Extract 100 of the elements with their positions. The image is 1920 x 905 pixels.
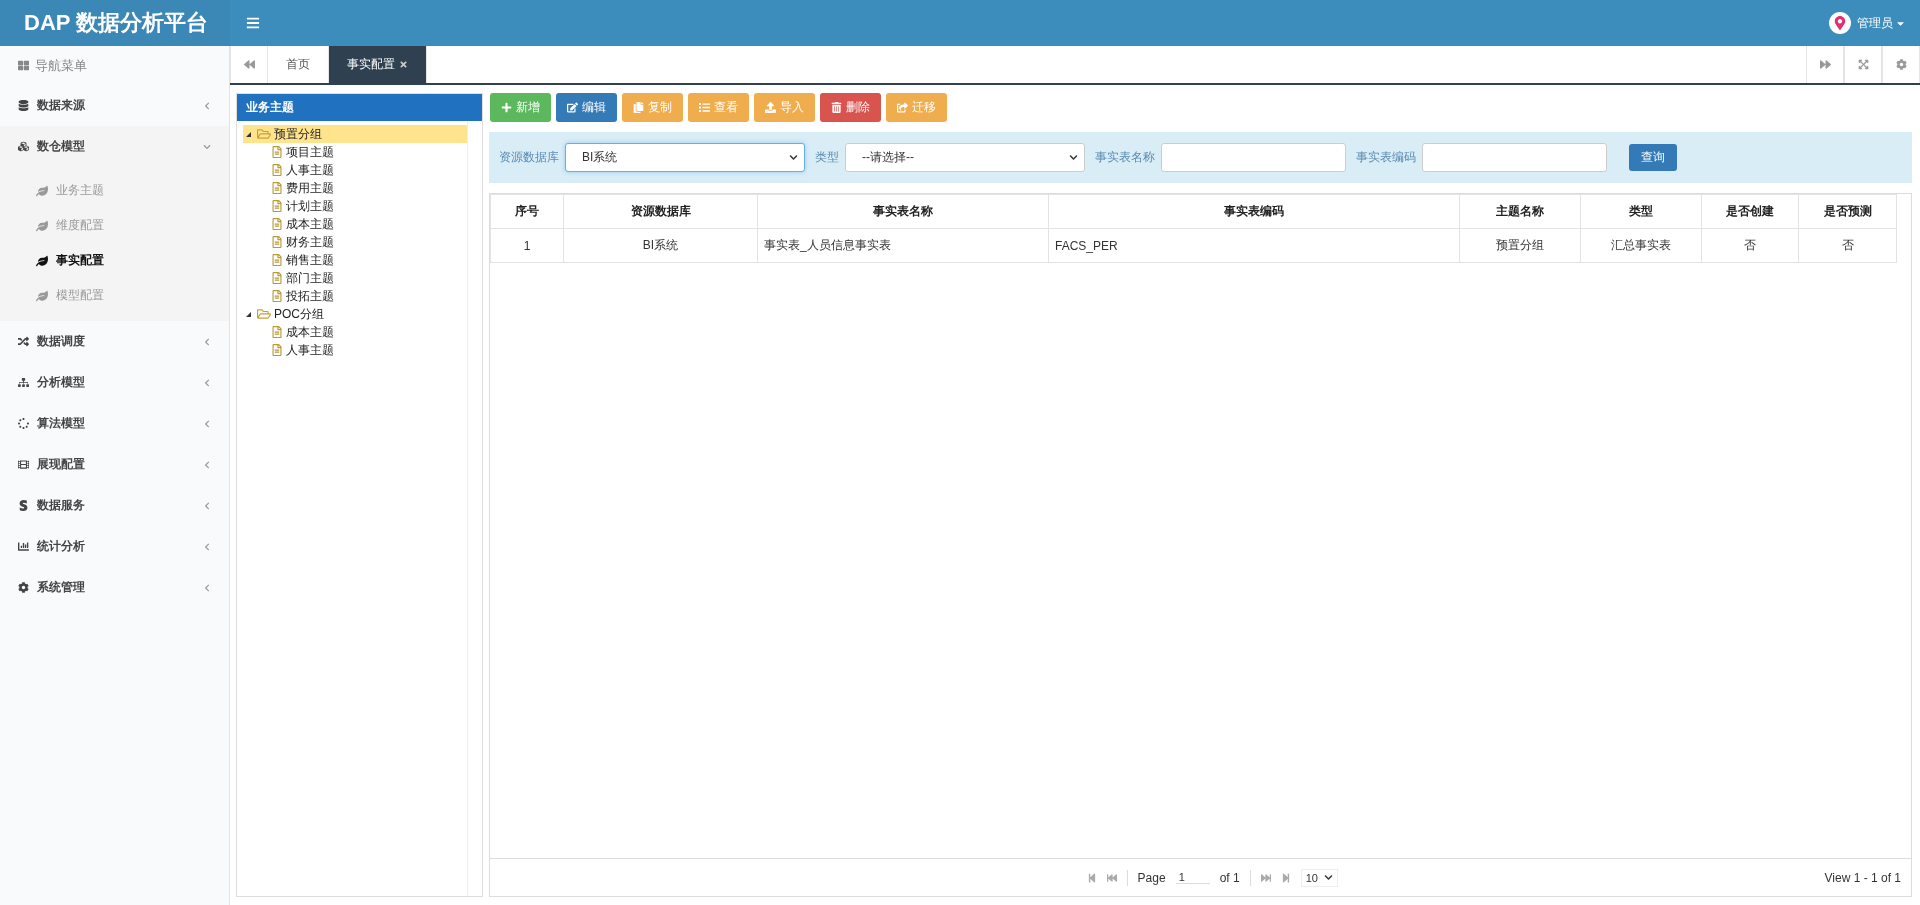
column-header[interactable]: 事实表编码 <box>1048 194 1460 229</box>
expander-icon[interactable] <box>246 131 251 137</box>
page-tab[interactable]: 事实配置 <box>329 46 427 83</box>
sidebar-item[interactable]: 统计分析 <box>0 526 229 567</box>
tree-leaf-node[interactable]: 销售主题 <box>243 251 467 269</box>
tree-leaf-node[interactable]: 成本主题 <box>243 215 467 233</box>
chevron-left-icon <box>203 583 211 592</box>
column-header[interactable]: 类型 <box>1580 194 1702 229</box>
cubes-icon <box>18 141 29 152</box>
fullscreen-button[interactable] <box>1844 46 1882 83</box>
settings-button[interactable] <box>1882 46 1920 83</box>
app-logo: DAP 数据分析平台 <box>0 0 230 46</box>
tree-leaf-node[interactable]: 费用主题 <box>243 179 467 197</box>
scroll-tabs-right-button[interactable] <box>1806 46 1844 83</box>
filter-label: 资源数据库 <box>499 149 559 166</box>
chevron-left-icon <box>203 542 211 551</box>
file-icon <box>271 146 283 158</box>
next-page-icon[interactable] <box>1260 872 1271 883</box>
spinner-icon <box>18 418 29 429</box>
sidebar-subitem[interactable]: 事实配置 <box>0 243 229 278</box>
table-cell: 1 <box>490 228 564 263</box>
close-icon[interactable] <box>399 60 408 69</box>
file-icon <box>271 200 283 212</box>
toolbar-button[interactable]: 编辑 <box>556 93 617 122</box>
input-field[interactable] <box>1161 143 1346 172</box>
tree-leaf-node[interactable]: 投拓主题 <box>243 287 467 305</box>
chevron-left-icon <box>203 460 211 469</box>
sidebar-item[interactable]: 数据服务 <box>0 485 229 526</box>
chevron-left-icon <box>203 419 211 428</box>
tree-folder-node[interactable]: POC分组 <box>243 305 467 323</box>
forward-icon <box>1819 59 1831 70</box>
user-menu[interactable]: 管理员 <box>1857 14 1906 32</box>
backward-icon <box>243 59 255 70</box>
input-field[interactable] <box>1422 143 1607 172</box>
column-header[interactable]: 是否预测 <box>1798 194 1897 229</box>
sidebar-title-text: 导航菜单 <box>35 56 87 75</box>
select-field[interactable]: BI系统 <box>565 143 805 172</box>
tree-leaf-node[interactable]: 项目主题 <box>243 143 467 161</box>
filter-label: 类型 <box>815 149 839 166</box>
user-avatar-icon[interactable] <box>1829 12 1851 34</box>
leaf-icon <box>36 184 48 197</box>
page-label: Page <box>1137 870 1166 885</box>
table-cell: BI系统 <box>563 228 758 263</box>
shuffle-icon <box>18 336 29 347</box>
page-count: of 1 <box>1219 870 1240 885</box>
sidebar-item[interactable]: 展现配置 <box>0 444 229 485</box>
previous-page-icon[interactable] <box>1106 872 1117 883</box>
expander-icon[interactable] <box>246 311 251 317</box>
query-button[interactable]: 查询 <box>1629 144 1677 171</box>
leaf-icon <box>36 219 48 232</box>
folder-icon <box>257 307 271 321</box>
copy-icon <box>633 102 644 113</box>
last-page-icon[interactable] <box>1280 872 1291 883</box>
tree-leaf-node[interactable]: 人事主题 <box>243 161 467 179</box>
trash-icon <box>831 102 842 113</box>
sidebar-item[interactable]: 数仓模型 <box>0 126 229 167</box>
column-header[interactable]: 是否创建 <box>1701 194 1799 229</box>
tree-leaf-node[interactable]: 计划主题 <box>243 197 467 215</box>
list-icon <box>699 102 710 113</box>
chevron-down-icon <box>1069 153 1078 162</box>
column-header[interactable]: 主题名称 <box>1459 194 1581 229</box>
tree-folder-node[interactable]: 预置分组 <box>243 125 467 143</box>
file-icon <box>271 290 283 302</box>
tree-leaf-node[interactable]: 人事主题 <box>243 341 467 359</box>
select-field[interactable]: --请选择-- <box>845 143 1085 172</box>
first-page-icon[interactable] <box>1086 872 1097 883</box>
column-header[interactable]: 序号 <box>490 194 564 229</box>
file-icon <box>271 344 283 356</box>
tree-leaf-node[interactable]: 成本主题 <box>243 323 467 341</box>
edit-icon <box>567 102 578 113</box>
gear-icon <box>1895 59 1907 70</box>
column-header[interactable]: 事实表名称 <box>757 194 1049 229</box>
sidebar-item[interactable]: 数据来源 <box>0 85 229 126</box>
chevron-left-icon <box>203 101 211 110</box>
tree-leaf-node[interactable]: 财务主题 <box>243 233 467 251</box>
gear-icon <box>18 582 29 593</box>
chevron-down-icon <box>789 153 798 162</box>
tree-leaf-node[interactable]: 部门主题 <box>243 269 467 287</box>
sidebar-item[interactable]: 算法模型 <box>0 403 229 444</box>
menu-icon[interactable] <box>246 16 260 30</box>
toolbar-button[interactable]: 删除 <box>820 93 881 122</box>
table-cell: FACS_PER <box>1048 228 1460 263</box>
plus-icon <box>501 102 512 113</box>
sidebar-item[interactable]: 数据调度 <box>0 321 229 362</box>
sidebar-item[interactable]: 分析模型 <box>0 362 229 403</box>
letter-s-icon <box>18 500 29 511</box>
page-size-select[interactable]: 10 <box>1300 868 1338 887</box>
file-icon <box>271 164 283 176</box>
table-cell: 事实表_人员信息事实表 <box>757 228 1049 263</box>
scroll-tabs-left-button[interactable] <box>230 46 268 83</box>
sidebar-item[interactable]: 系统管理 <box>0 567 229 608</box>
records-summary: View 1 - 1 of 1 <box>1824 870 1901 885</box>
page-input[interactable]: 1 <box>1175 871 1210 884</box>
leaf-icon <box>36 254 48 267</box>
folder-icon <box>257 127 271 141</box>
chevron-left-icon <box>203 337 211 346</box>
column-header[interactable]: 资源数据库 <box>563 194 758 229</box>
share-icon <box>897 102 908 113</box>
file-icon <box>271 254 283 266</box>
database-icon <box>18 100 29 111</box>
